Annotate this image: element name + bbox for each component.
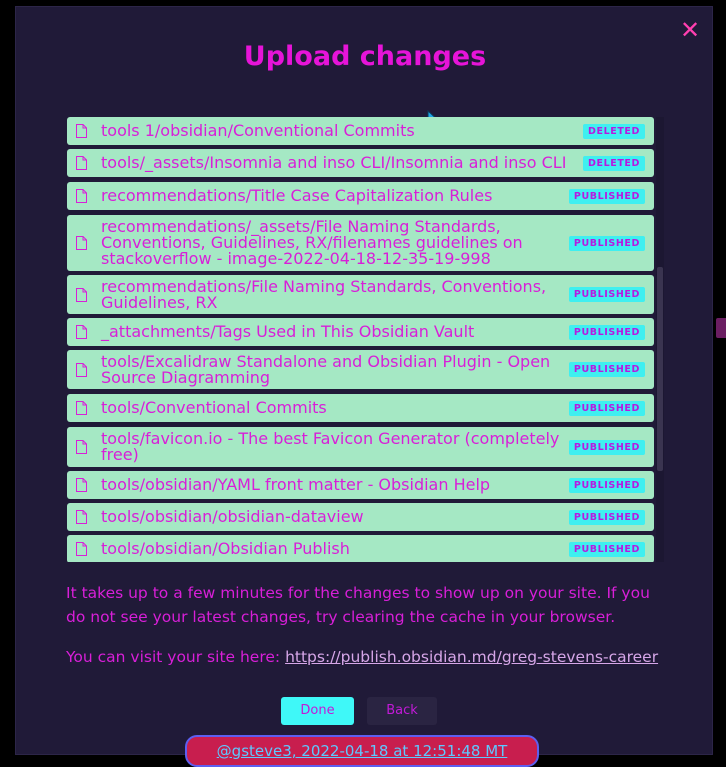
- close-icon[interactable]: ✕: [679, 18, 701, 42]
- status-badge: PUBLISHED: [568, 401, 645, 416]
- file-path: tools/favicon.io - The best Favicon Gene…: [101, 429, 560, 464]
- file-icon: [76, 189, 87, 203]
- list-item[interactable]: tools 1/obsidian/Conventional Commits DEL…: [67, 117, 654, 145]
- done-button[interactable]: Done: [281, 697, 354, 725]
- footer-commit-link[interactable]: @gsteve3, 2022-04-18 at 12:51:48 MT: [217, 742, 508, 760]
- background-edge-mark: [716, 318, 726, 338]
- status-badge: PUBLISHED: [568, 440, 645, 455]
- file-icon: [76, 401, 87, 415]
- file-icon: [76, 156, 87, 170]
- file-icon: [76, 236, 87, 250]
- list-item[interactable]: tools/obsidian/YAML front matter - Obsid…: [67, 471, 654, 499]
- file-path: tools/obsidian/Obsidian Publish: [101, 539, 350, 558]
- footer-commit-badge: @gsteve3, 2022-04-18 at 12:51:48 MT: [185, 735, 539, 767]
- list-item[interactable]: tools/obsidian/obsidian-dataview PUBLISHE…: [67, 503, 654, 531]
- file-path: tools/Excalidraw Standalone and Obsidian…: [101, 352, 551, 387]
- status-badge: PUBLISHED: [568, 236, 645, 251]
- status-badge: PUBLISHED: [568, 542, 645, 557]
- site-link[interactable]: https://publish.obsidian.md/greg-stevens…: [285, 648, 658, 666]
- list-item[interactable]: tools/obsidian/Obsidian Publish PUBLISHED: [67, 535, 654, 562]
- status-badge: PUBLISHED: [568, 478, 645, 493]
- file-icon: [76, 542, 87, 556]
- file-path: recommendations/File Naming Standards, C…: [101, 277, 547, 312]
- file-path: recommendations/Title Case Capitalizatio…: [101, 186, 493, 205]
- list-item[interactable]: tools/favicon.io - The best Favicon Gene…: [67, 427, 654, 467]
- status-badge: PUBLISHED: [568, 362, 645, 377]
- file-icon: [76, 325, 87, 339]
- list-item[interactable]: tools/_assets/Insomnia and inso CLI/Inso…: [67, 149, 654, 177]
- scrollbar-thumb[interactable]: [657, 267, 663, 471]
- back-button[interactable]: Back: [367, 697, 437, 725]
- list-item[interactable]: recommendations/Title Case Capitalizatio…: [67, 182, 654, 210]
- status-badge: PUBLISHED: [568, 287, 645, 302]
- file-icon: [76, 440, 87, 454]
- info-message: It takes up to a few minutes for the cha…: [66, 584, 650, 626]
- file-path: _attachments/Tags Used in This Obsidian …: [101, 322, 475, 341]
- file-icon: [76, 288, 87, 302]
- status-badge: PUBLISHED: [568, 510, 645, 525]
- file-path: tools/_assets/Insomnia and inso CLI/Inso…: [101, 153, 567, 172]
- dialog-title: Upload changes: [243, 41, 487, 72]
- file-icon: [76, 478, 87, 492]
- status-badge: DELETED: [583, 156, 645, 171]
- status-badge: PUBLISHED: [568, 325, 645, 340]
- list-item[interactable]: tools/Excalidraw Standalone and Obsidian…: [67, 350, 654, 389]
- list-item[interactable]: recommendations/_assets/File Naming Stan…: [67, 215, 654, 271]
- status-badge: PUBLISHED: [568, 189, 645, 204]
- status-badge: DELETED: [583, 124, 645, 139]
- file-path: tools/Conventional Commits: [101, 398, 327, 417]
- upload-changes-dialog: ✕ Upload changes tools 1/obsidian/Conven…: [15, 6, 713, 755]
- file-icon: [76, 124, 87, 138]
- file-path: tools/obsidian/YAML front matter - Obsid…: [101, 475, 491, 494]
- file-icon: [76, 510, 87, 524]
- file-path: tools/obsidian/obsidian-dataview: [101, 507, 364, 526]
- changes-list[interactable]: tools 1/obsidian/Conventional Commits DEL…: [66, 117, 664, 562]
- file-path: recommendations/_assets/File Naming Stan…: [101, 217, 523, 268]
- file-icon: [76, 363, 87, 377]
- list-item[interactable]: _attachments/Tags Used in This Obsidian …: [67, 318, 654, 346]
- file-path: tools 1/obsidian/Conventional Commits: [101, 121, 415, 140]
- visit-site-label: You can visit your site here:: [66, 648, 281, 666]
- visit-site-line: You can visit your site here: https://pu…: [66, 645, 666, 669]
- list-item[interactable]: tools/Conventional Commits PUBLISHED: [67, 394, 654, 422]
- list-item[interactable]: recommendations/File Naming Standards, C…: [67, 275, 654, 314]
